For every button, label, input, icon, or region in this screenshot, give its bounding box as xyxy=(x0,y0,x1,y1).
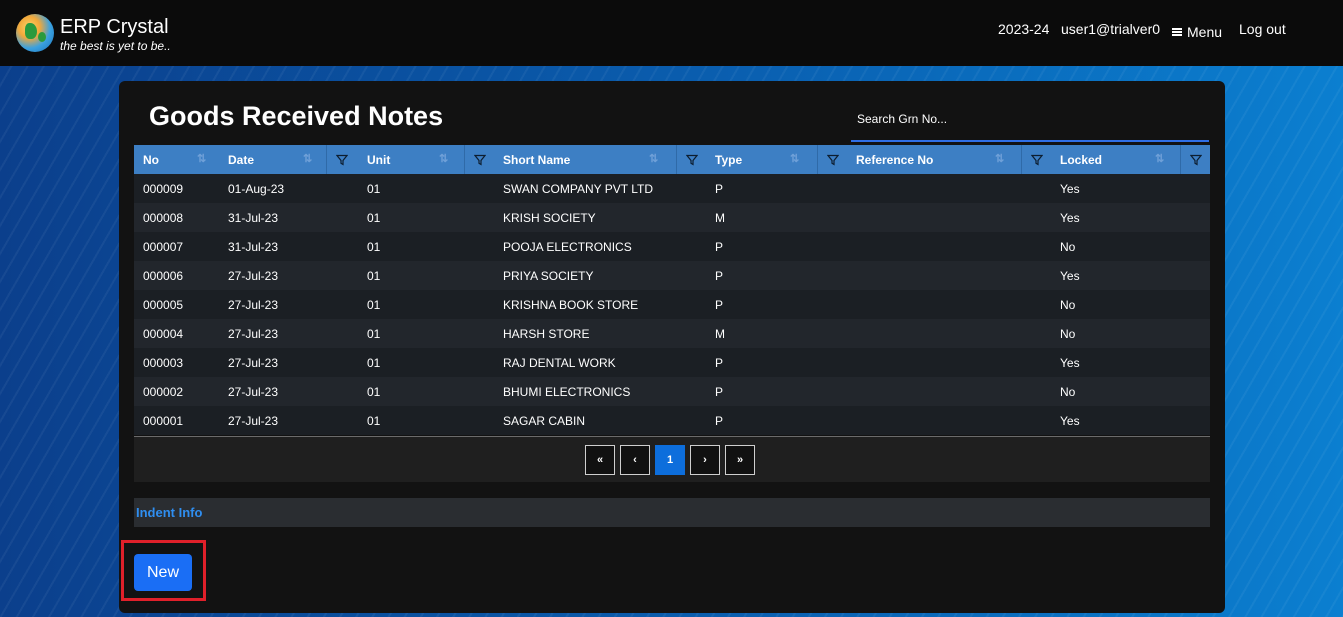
sort-icon[interactable]: ⇅ xyxy=(197,152,206,165)
filter-icon[interactable] xyxy=(464,145,495,174)
filter-icon[interactable] xyxy=(326,145,357,174)
pagination-bar: « ‹ 1 › » xyxy=(134,436,1210,482)
sort-icon[interactable]: ⇅ xyxy=(439,152,448,165)
menu-label: Menu xyxy=(1187,24,1223,40)
user-name[interactable]: user1@trialver0 xyxy=(1061,21,1160,37)
hamburger-icon xyxy=(1172,28,1182,36)
filter-icon[interactable] xyxy=(676,145,707,174)
table-body: 000009 01-Aug-23 01 SWAN COMPANY PVT LTD… xyxy=(134,174,1210,435)
column-header-no[interactable]: No ⇅ xyxy=(134,145,219,174)
new-button[interactable]: New xyxy=(134,554,192,591)
column-header-unit[interactable]: Unit ⇅ xyxy=(358,145,494,174)
top-navbar: ERP Crystal the best is yet to be.. 2023… xyxy=(0,0,1343,66)
column-header-type[interactable]: Type ⇅ xyxy=(706,145,847,174)
app-tagline: the best is yet to be.. xyxy=(60,39,171,53)
page-title: Goods Received Notes xyxy=(149,101,444,131)
financial-year[interactable]: 2023-24 xyxy=(998,21,1049,37)
table-row[interactable]: 000007 31-Jul-23 01 POOJA ELECTRONICS P … xyxy=(134,232,1210,261)
last-page-button[interactable]: » xyxy=(725,445,755,475)
filter-icon[interactable] xyxy=(1180,145,1211,174)
table-row[interactable]: 000004 27-Jul-23 01 HARSH STORE M No xyxy=(134,319,1210,348)
filter-icon[interactable] xyxy=(817,145,848,174)
indent-info-toggle[interactable]: Indent Info xyxy=(134,498,1210,527)
column-header-locked[interactable]: Locked ⇅ xyxy=(1051,145,1210,174)
globe-logo-icon[interactable] xyxy=(16,14,54,52)
table-row[interactable]: 000006 27-Jul-23 01 PRIYA SOCIETY P Yes xyxy=(134,261,1210,290)
menu-button[interactable]: Menu xyxy=(1172,24,1222,40)
grn-panel: Goods Received Notes No ⇅ Date ⇅ Unit ⇅ xyxy=(119,81,1225,613)
next-page-button[interactable]: › xyxy=(690,445,720,475)
column-header-date[interactable]: Date ⇅ xyxy=(219,145,358,174)
filter-icon[interactable] xyxy=(1021,145,1052,174)
page-1-button[interactable]: 1 xyxy=(655,445,685,475)
sort-icon[interactable]: ⇅ xyxy=(303,152,312,165)
sort-icon[interactable]: ⇅ xyxy=(995,152,1004,165)
search-input[interactable] xyxy=(851,102,1209,136)
table-header: No ⇅ Date ⇅ Unit ⇅ Short Name ⇅ Type ⇅ R… xyxy=(134,145,1210,174)
sort-icon[interactable]: ⇅ xyxy=(790,152,799,165)
column-header-short-name[interactable]: Short Name ⇅ xyxy=(494,145,706,174)
column-header-reference-no[interactable]: Reference No ⇅ xyxy=(847,145,1051,174)
table-row[interactable]: 000001 27-Jul-23 01 SAGAR CABIN P Yes xyxy=(134,406,1210,435)
table-row[interactable]: 000003 27-Jul-23 01 RAJ DENTAL WORK P Ye… xyxy=(134,348,1210,377)
first-page-button[interactable]: « xyxy=(585,445,615,475)
app-name[interactable]: ERP Crystal xyxy=(60,16,169,39)
grn-table: No ⇅ Date ⇅ Unit ⇅ Short Name ⇅ Type ⇅ R… xyxy=(134,145,1210,435)
logout-link[interactable]: Log out xyxy=(1239,21,1286,37)
pagination: « ‹ 1 › » xyxy=(585,445,755,475)
table-row[interactable]: 000005 27-Jul-23 01 KRISHNA BOOK STORE P… xyxy=(134,290,1210,319)
search-field xyxy=(851,102,1209,142)
sort-icon[interactable]: ⇅ xyxy=(1155,152,1164,165)
sort-icon[interactable]: ⇅ xyxy=(649,152,658,165)
table-row[interactable]: 000009 01-Aug-23 01 SWAN COMPANY PVT LTD… xyxy=(134,174,1210,203)
table-row[interactable]: 000008 31-Jul-23 01 KRISH SOCIETY M Yes xyxy=(134,203,1210,232)
prev-page-button[interactable]: ‹ xyxy=(620,445,650,475)
table-row[interactable]: 000002 27-Jul-23 01 BHUMI ELECTRONICS P … xyxy=(134,377,1210,406)
